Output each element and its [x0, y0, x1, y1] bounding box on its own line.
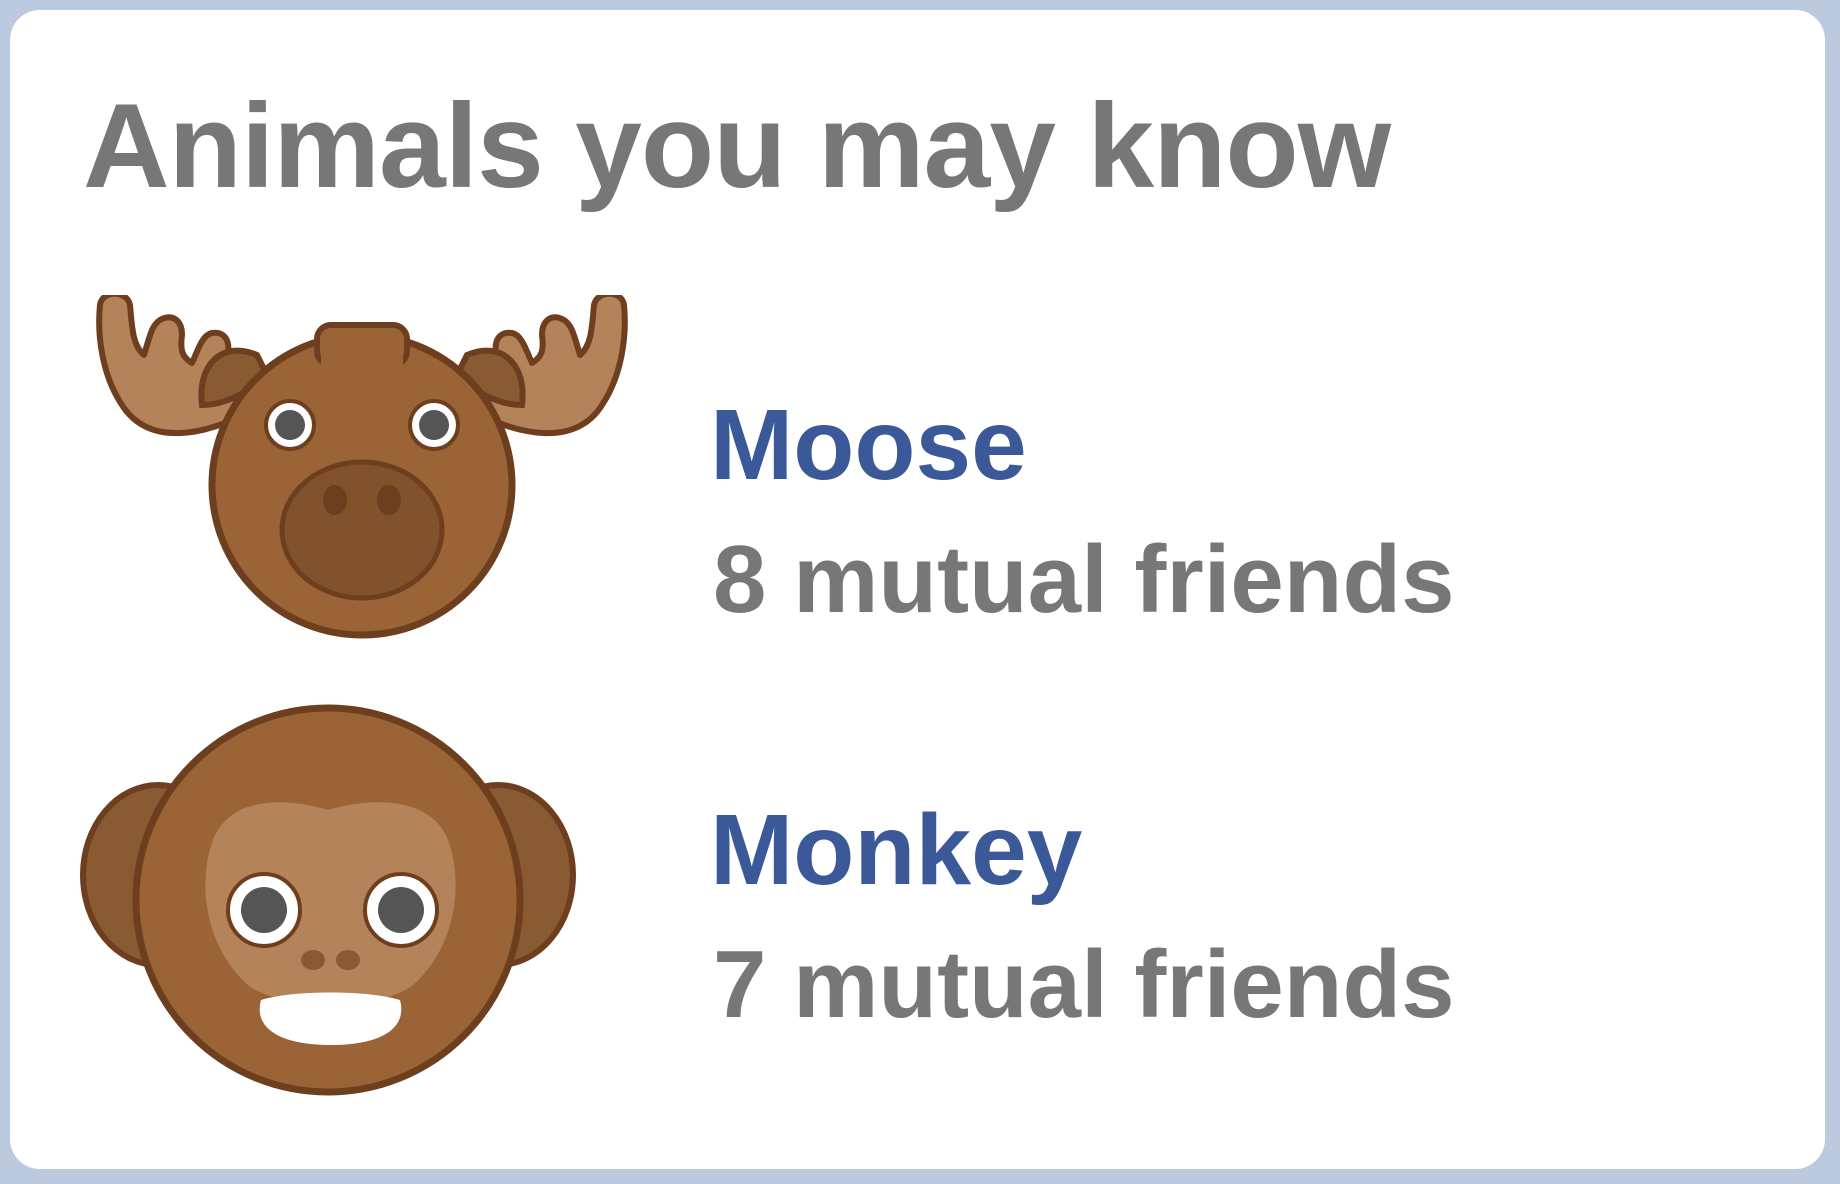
list-item: Moose 8 mutual friends	[10, 295, 1825, 680]
animals-you-may-know-card: Animals you may know Moose 8 mutual frie…	[10, 10, 1825, 1169]
moose-icon[interactable]	[52, 295, 672, 680]
panel-title: Animals you may know	[83, 79, 1391, 213]
list-item: Monkey 7 mutual friends	[10, 700, 1825, 1120]
moose-name-link[interactable]: Moose	[710, 395, 1027, 495]
monkey-name-link[interactable]: Monkey	[710, 800, 1082, 900]
mutual-friends-count: 7 mutual friends	[713, 931, 1455, 1038]
monkey-icon[interactable]	[78, 700, 638, 1120]
mutual-friends-count: 8 mutual friends	[713, 526, 1455, 633]
